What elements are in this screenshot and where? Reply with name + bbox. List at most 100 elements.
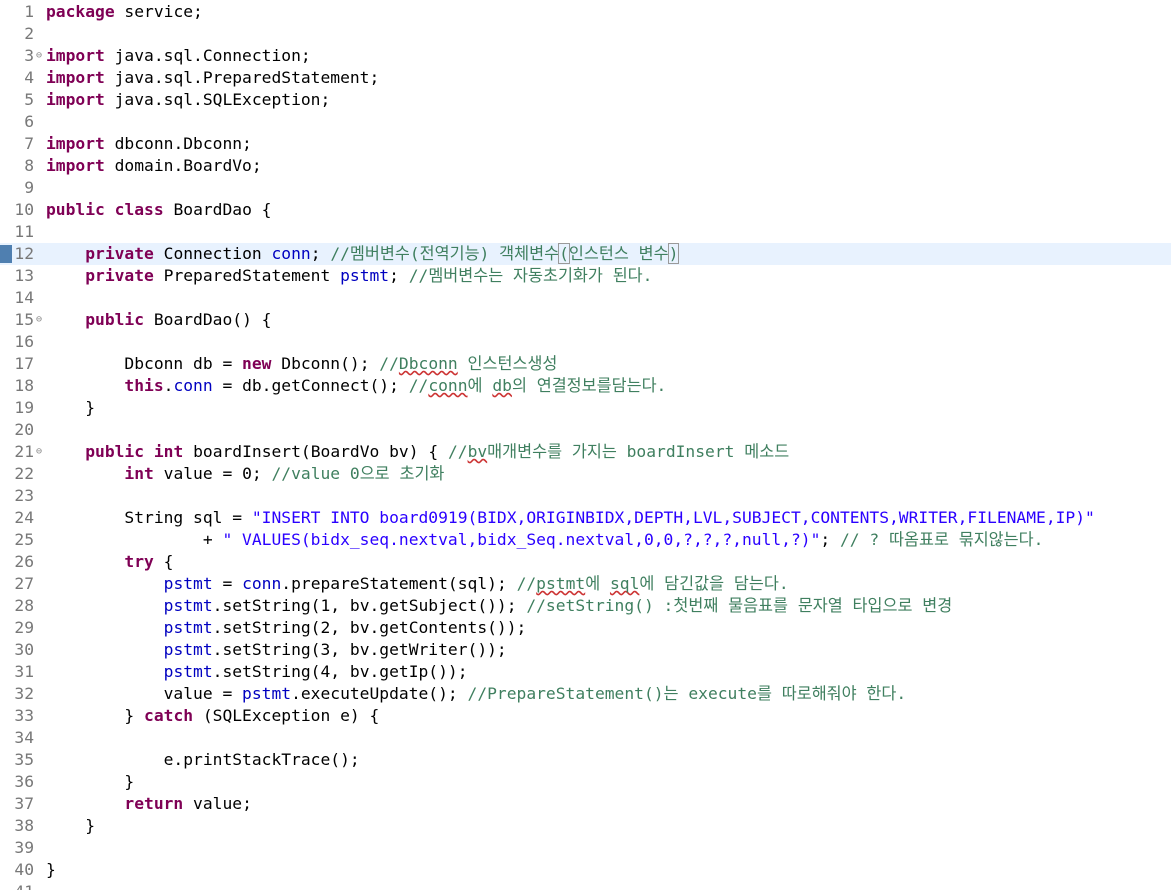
code-line[interactable]: 15 ⊖ public BoardDao() { (0, 309, 1171, 331)
code-line[interactable]: 3 ⊖ import java.sql.Connection; (0, 45, 1171, 67)
code-line[interactable]: 4 import java.sql.PreparedStatement; (0, 67, 1171, 89)
code-text[interactable]: pstmt.setString(2, bv.getContents()); (46, 617, 527, 639)
code-token: pstmt (163, 574, 213, 593)
code-line[interactable]: 19 } (0, 397, 1171, 419)
code-token: pstmt (340, 266, 390, 285)
code-text[interactable]: import java.sql.SQLException; (46, 89, 330, 111)
code-line[interactable]: 23 (0, 485, 1171, 507)
code-text[interactable]: pstmt = conn.prepareStatement(sql); //ps… (46, 573, 789, 595)
code-line[interactable]: 38 } (0, 815, 1171, 837)
code-line[interactable]: 35 e.printStackTrace(); (0, 749, 1171, 771)
code-line[interactable]: 31 pstmt.setString(4, bv.getIp()); (0, 661, 1171, 683)
code-line[interactable]: 39 (0, 837, 1171, 859)
line-number: 27 (14, 574, 34, 593)
code-line[interactable]: 21 ⊖ public int boardInsert(BoardVo bv) {… (0, 441, 1171, 463)
line-number: 37 (14, 794, 34, 813)
code-line[interactable]: 40} (0, 859, 1171, 881)
code-text[interactable]: private PreparedStatement pstmt; //멤버변수는… (46, 265, 652, 287)
code-text[interactable]: Dbconn db = new Dbconn(); //Dbconn 인스턴스생… (46, 353, 557, 375)
code-token: // (408, 376, 429, 395)
code-line[interactable]: 26 try { (0, 551, 1171, 573)
code-line[interactable]: 30 pstmt.setString(3, bv.getWriter()); (0, 639, 1171, 661)
code-text[interactable]: private Connection conn; //멤버변수(전역기능) 객체… (46, 243, 680, 265)
code-line[interactable]: 8 import domain.BoardVo; (0, 155, 1171, 177)
code-line[interactable]: 29 pstmt.setString(2, bv.getContents()); (0, 617, 1171, 639)
code-line[interactable]: 24 String sql = "INSERT INTO board0919(B… (0, 507, 1171, 529)
code-text[interactable]: pstmt.setString(4, bv.getIp()); (46, 661, 468, 683)
line-number: 9 (24, 178, 34, 197)
fold-collapse-icon[interactable]: ⊖ (34, 309, 44, 331)
code-editor[interactable]: 1 package service; 2 3 ⊖ import java.sql.Conn… (0, 0, 1171, 890)
code-line[interactable]: 34 (0, 727, 1171, 749)
code-line[interactable]: 13 private PreparedStatement pstmt; //멤버… (0, 265, 1171, 287)
code-line[interactable]: 37 return value; (0, 793, 1171, 815)
code-text[interactable]: package service; (46, 1, 203, 23)
code-line[interactable]: 6 (0, 111, 1171, 133)
fold-collapse-icon[interactable]: ⊖ (34, 45, 44, 67)
code-line[interactable]: 1 package service; (0, 1, 1171, 23)
code-text[interactable]: public int boardInsert(BoardVo bv) { //b… (46, 441, 789, 463)
line-number: 6 (24, 112, 34, 131)
code-line[interactable]: 25 + " VALUES(bidx_seq.nextval,bidx_Seq.… (0, 529, 1171, 551)
code-line[interactable]: 2 (0, 23, 1171, 45)
code-token: ; (389, 266, 409, 285)
code-text[interactable]: } (46, 771, 134, 793)
code-text[interactable]: int value = 0; //value 0으로 초기화 (46, 463, 444, 485)
code-text[interactable]: return value; (46, 793, 251, 815)
code-text[interactable]: String sql = "INSERT INTO board0919(BIDX… (46, 507, 1094, 529)
code-line[interactable]: 17 Dbconn db = new Dbconn(); //Dbconn 인스… (0, 353, 1171, 375)
code-line[interactable]: 16 (0, 331, 1171, 353)
line-number: 16 (14, 332, 34, 351)
code-text[interactable]: } (46, 859, 56, 881)
code-text[interactable]: import dbconn.Dbconn; (46, 133, 252, 155)
code-token: Dbconn (398, 354, 458, 373)
code-line[interactable]: 41 (0, 881, 1171, 890)
code-text[interactable]: } (46, 815, 95, 837)
code-text[interactable]: try { (46, 551, 173, 573)
code-text[interactable]: value = pstmt.executeUpdate(); //Prepare… (46, 683, 907, 705)
code-line[interactable]: 32 value = pstmt.executeUpdate(); //Prep… (0, 683, 1171, 705)
code-line[interactable]: 9 (0, 177, 1171, 199)
fold-collapse-icon[interactable]: ⊖ (34, 441, 44, 463)
code-line[interactable]: 12 private Connection conn; //멤버변수(전역기능)… (0, 243, 1171, 265)
code-text[interactable]: + " VALUES(bidx_seq.nextval,bidx_Seq.nex… (46, 529, 1044, 551)
code-text[interactable]: import java.sql.Connection; (46, 45, 311, 67)
code-line[interactable]: 10 public class BoardDao { (0, 199, 1171, 221)
code-text[interactable]: public class BoardDao { (46, 199, 271, 221)
code-token: this (124, 376, 164, 395)
code-line[interactable]: 5 import java.sql.SQLException; (0, 89, 1171, 111)
code-token: // ? 따옴표로 묶지않는다. (840, 530, 1044, 549)
line-number: 41 (0, 881, 34, 890)
code-line[interactable]: 14 (0, 287, 1171, 309)
code-token: service; (114, 2, 203, 21)
code-text[interactable]: } (46, 397, 95, 419)
line-number: 13 (14, 266, 34, 285)
code-token: import (46, 46, 105, 65)
code-line[interactable]: 11 (0, 221, 1171, 243)
code-text[interactable]: pstmt.setString(1, bv.getSubject()); //s… (46, 595, 953, 617)
code-line[interactable]: 20 (0, 419, 1171, 441)
code-token: } (46, 860, 56, 879)
code-line[interactable]: 18 this.conn = db.getConnect(); //conn에 … (0, 375, 1171, 397)
code-line[interactable]: 7 import dbconn.Dbconn; (0, 133, 1171, 155)
code-line[interactable]: 33 } catch (SQLException e) { (0, 705, 1171, 727)
line-number: 26 (14, 552, 34, 571)
code-text[interactable]: } catch (SQLException e) { (46, 705, 379, 727)
code-text[interactable]: import domain.BoardVo; (46, 155, 262, 177)
line-number: 23 (14, 486, 34, 505)
code-line[interactable]: 36 } (0, 771, 1171, 793)
code-text[interactable]: pstmt.setString(3, bv.getWriter()); (46, 639, 507, 661)
code-text[interactable]: import java.sql.PreparedStatement; (46, 67, 379, 89)
code-line[interactable]: 28 pstmt.setString(1, bv.getSubject()); … (0, 595, 1171, 617)
code-text[interactable]: public BoardDao() { (46, 309, 271, 331)
code-line[interactable]: 27 pstmt = conn.prepareStatement(sql); /… (0, 573, 1171, 595)
code-text[interactable]: this.conn = db.getConnect(); //conn에 db의… (46, 375, 666, 397)
code-text[interactable]: e.printStackTrace(); (46, 749, 360, 771)
code-line[interactable]: 22 int value = 0; //value 0으로 초기화 (0, 463, 1171, 485)
code-token: } (46, 706, 145, 725)
